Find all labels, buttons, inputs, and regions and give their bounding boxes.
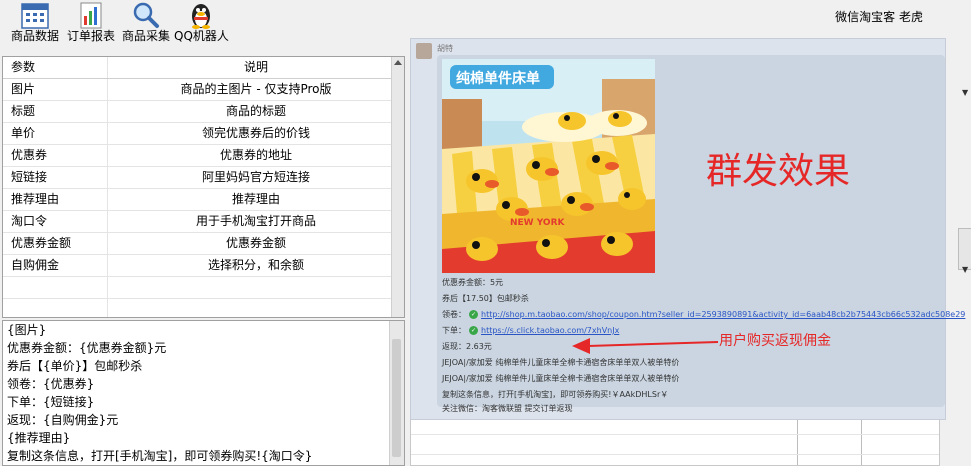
order-label: 下单： xyxy=(442,326,466,335)
table-row[interactable]: 图片 商品的主图片 - 仅支持Pro版 xyxy=(3,79,404,101)
msg-coupon-amount: 优惠券金额：5元 xyxy=(442,278,504,287)
verified-check-icon: ✓ xyxy=(469,310,478,319)
product-collect-button[interactable]: 商品采集 xyxy=(119,0,173,46)
product-collect-label: 商品采集 xyxy=(121,29,170,43)
scroll-up-arrow-icon[interactable] xyxy=(393,57,403,67)
table-row[interactable]: 优惠券金额 优惠券金额 xyxy=(3,233,404,255)
table-row[interactable] xyxy=(3,277,404,299)
param-name-cell: 单价 xyxy=(3,123,108,144)
param-desc-cell: 商品的主图片 - 仅支持Pro版 xyxy=(180,82,332,96)
param-name-cell: 优惠券 xyxy=(3,145,108,166)
param-desc-cell: 选择积分，和余额 xyxy=(207,258,304,272)
coupon-label: 领卷： xyxy=(442,310,466,319)
order-report-label: 订单报表 xyxy=(66,29,115,43)
textarea-scrollbar[interactable] xyxy=(389,321,404,465)
msg-copy-text: 复制这条信息，打开[手机淘宝]，即可领券购买!￥AAkDHLSr￥ xyxy=(442,390,669,399)
msg-reason-1: JEJOA|/家加爱 纯棉单件儿童床单全棉卡通宿舍床单单双人被单特价 xyxy=(442,358,680,367)
param-desc-cell: 优惠券金额 xyxy=(225,236,286,250)
param-name-cell: 标题 xyxy=(3,101,108,122)
table-row[interactable]: 标题 商品的标题 xyxy=(3,101,404,123)
template-line: 优惠券金额：{优惠券金额}元 xyxy=(7,341,167,355)
message-template-textarea[interactable]: {图片} 优惠券金额：{优惠券金额}元 券后【{单价}】包邮秒杀 领卷：{优惠券} 下单… xyxy=(2,320,405,466)
param-desc-cell: 推荐理由 xyxy=(231,192,280,206)
avatar xyxy=(416,43,432,59)
chat-preview-window: 胡特 NEW YORK 纯棉单件床单 优惠券金额：5元 券后【17.50】包邮秒… xyxy=(410,38,965,420)
msg-reason-2: JEJOA|/家加爱 纯棉单件儿童床单全棉卡通宿舍床单单双人被单特价 xyxy=(442,374,680,383)
param-name-cell: 推荐理由 xyxy=(3,189,108,210)
table-row[interactable]: 淘口令 用于手机淘宝打开商品 xyxy=(3,211,404,233)
template-line: 下单：{短链接} xyxy=(7,395,95,409)
parameter-table: 参数 说明 图片 商品的主图片 - 仅支持Pro版标题 商品的标题单价 领完优惠券后的… xyxy=(2,56,405,318)
param-name-cell: 优惠券金额 xyxy=(3,233,108,254)
magnifier-icon xyxy=(131,1,161,29)
msg-cashback: 返现：2.63元 xyxy=(442,342,492,351)
table-row[interactable]: 优惠券 优惠券的地址 xyxy=(3,145,404,167)
template-line: 券后【{单价}】包邮秒杀 xyxy=(7,359,143,373)
product-banner-text: 纯棉单件床单 xyxy=(456,70,540,87)
brand-text: 微信淘宝客 老虎 xyxy=(835,10,923,24)
param-name-cell: 淘口令 xyxy=(3,211,108,232)
template-line: {图片} xyxy=(7,323,47,337)
param-desc-cell: 用于手机淘宝打开商品 xyxy=(195,214,316,228)
broadcast-effect-label: 群发效果 xyxy=(706,151,851,192)
template-line: 返现：{自购佣金}元 xyxy=(7,413,119,427)
bar-report-icon xyxy=(76,1,106,29)
annotation-arrow-icon xyxy=(572,338,719,354)
scroll-down-arrow-icon[interactable]: ▼ xyxy=(962,88,968,97)
side-scrollbar[interactable] xyxy=(958,228,971,270)
table-row[interactable]: 短链接 阿里妈妈官方短连接 xyxy=(3,167,404,189)
verified-check-icon: ✓ xyxy=(469,326,478,335)
template-line: 复制这条信息，打开[手机淘宝]，即可领券购买!{淘口令} xyxy=(7,449,313,463)
product-print-text: NEW YORK xyxy=(510,218,566,228)
msg-coupon-line: 领卷： ✓ http://shop.m.taobao.com/shop/coupon… xyxy=(442,309,965,320)
table-row[interactable]: 推荐理由 推荐理由 xyxy=(3,189,404,211)
msg-after-coupon: 券后【17.50】包邮秒杀 xyxy=(442,294,529,303)
table-row[interactable]: 单价 领完优惠券后的价钱 xyxy=(3,123,404,145)
qq-robot-button[interactable]: QQ机器人 xyxy=(174,0,229,46)
coupon-link[interactable]: http://shop.m.taobao.com/shop/coupon.htm… xyxy=(481,310,965,319)
param-desc-cell: 商品的标题 xyxy=(225,104,286,118)
product-image: NEW YORK 纯棉单件床单 xyxy=(442,59,655,273)
param-name-cell: 图片 xyxy=(3,79,108,100)
param-desc-cell: 优惠券的地址 xyxy=(219,148,292,162)
param-desc-cell: 领完优惠券后的价钱 xyxy=(201,126,310,140)
table-scrollbar[interactable] xyxy=(391,57,404,317)
param-desc-cell: 阿里妈妈官方短连接 xyxy=(201,170,310,184)
column-header-desc: 说明 xyxy=(243,60,268,74)
template-line: {推荐理由} xyxy=(7,431,71,445)
param-name-cell: 短链接 xyxy=(3,167,108,188)
calendar-icon xyxy=(20,1,50,29)
qq-penguin-icon xyxy=(186,1,216,29)
table-row[interactable] xyxy=(3,299,404,317)
cashback-note-label: 用户购买返现佣金 xyxy=(719,333,831,349)
qq-robot-label: QQ机器人 xyxy=(174,29,229,43)
product-data-button[interactable]: 商品数据 xyxy=(8,0,62,46)
template-line: 领卷：{优惠券} xyxy=(7,377,95,391)
msg-follow-text: 关注微信：淘客微联盟 提交订单返现 xyxy=(442,404,573,413)
order-report-button[interactable]: 订单报表 xyxy=(64,0,118,46)
table-header: 参数 说明 xyxy=(3,57,404,79)
column-header-param: 参数 xyxy=(3,57,108,78)
sender-nickname: 胡特 xyxy=(437,44,453,53)
param-name-cell: 自购佣金 xyxy=(3,255,108,276)
product-data-label: 商品数据 xyxy=(10,29,59,43)
table-row[interactable]: 自购佣金 选择积分，和余额 xyxy=(3,255,404,277)
scroll-down-arrow-icon[interactable]: ▼ xyxy=(962,265,968,274)
